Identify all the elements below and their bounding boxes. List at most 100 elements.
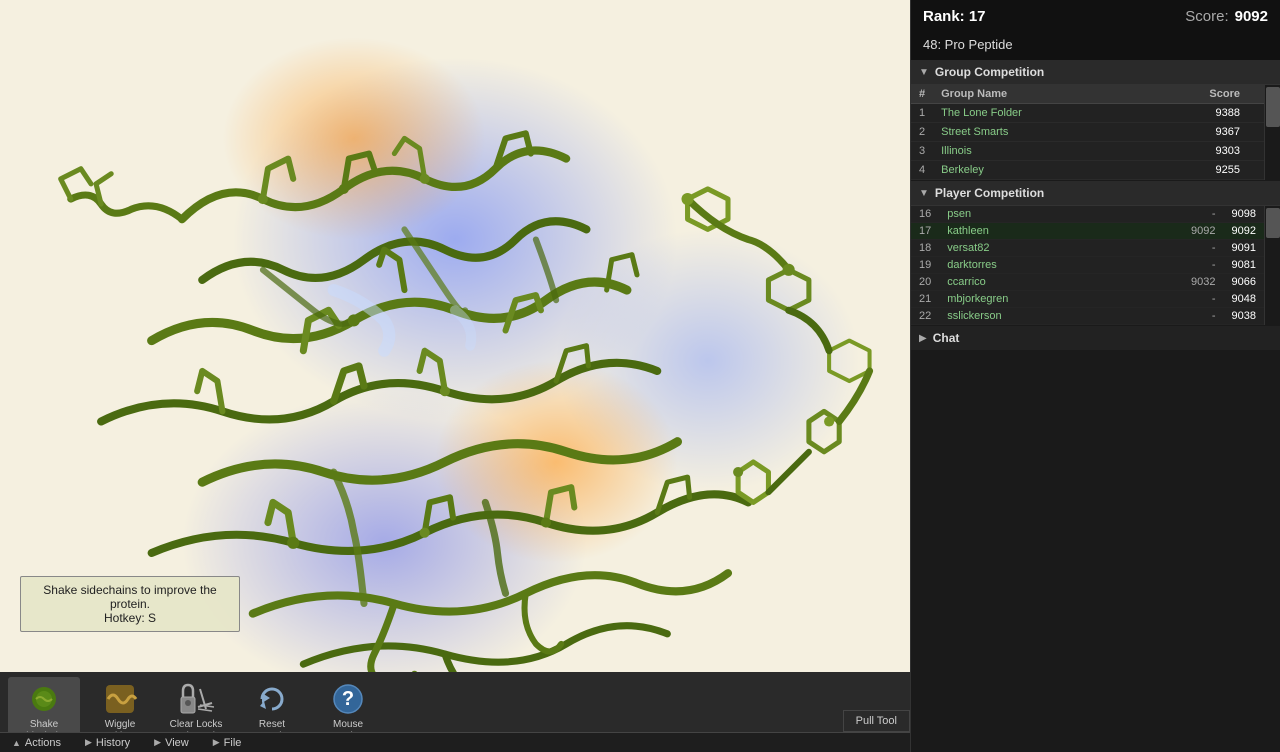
player-competition-title: Player Competition [935, 186, 1044, 200]
reset-puzzle-icon [254, 681, 290, 717]
svg-text:?: ? [342, 688, 354, 710]
player-competition-section: ▼ Player Competition 16 psen - 9098 17 k… [911, 181, 1280, 325]
rank-text: Rank: 17 [923, 8, 986, 25]
player-rank-cell: 19 [911, 257, 939, 274]
view-menu[interactable]: ▶ View [142, 733, 201, 752]
score-label-text: Score: [1185, 8, 1228, 25]
group-competition-row: 2 Street Smarts 9367 [911, 123, 1280, 142]
group-competition-row: 3 Illinois 9303 [911, 142, 1280, 161]
actions-arrow: ▲ [12, 738, 21, 748]
menubar: ▲ Actions ▶ History ▶ View ▶ File [0, 732, 910, 752]
shake-sidechains-icon [26, 681, 62, 717]
wiggle-backbone-icon [102, 681, 138, 717]
player-rank-cell: 17 [911, 223, 939, 240]
group-scrollbar[interactable] [1264, 85, 1280, 180]
group-rank-cell: 1 [911, 104, 933, 123]
player-prev-score-cell: - [1174, 240, 1224, 257]
group-competition-table: # Group Name Score 1 The Lone Folder 938… [911, 85, 1280, 180]
player-competition-row: 18 versat82 - 9091 [911, 240, 1280, 257]
chat-section[interactable]: ▶ Chat [911, 326, 1280, 350]
player-competition-table: 16 psen - 9098 17 kathleen 9092 9092 18 … [911, 206, 1280, 325]
player-scrollbar-thumb [1266, 208, 1280, 238]
player-competition-rows: 16 psen - 9098 17 kathleen 9092 9092 18 … [911, 206, 1280, 325]
player-name-cell: kathleen [939, 223, 1173, 240]
group-name-cell: The Lone Folder [933, 104, 1201, 123]
group-score-cell: 9303 [1201, 142, 1264, 161]
player-name-cell: versat82 [939, 240, 1173, 257]
view-arrow: ▶ [154, 737, 161, 748]
player-prev-score-cell: - [1174, 291, 1224, 308]
actions-menu[interactable]: ▲ Actions [0, 733, 73, 752]
file-arrow: ▶ [213, 737, 220, 748]
player-competition-header[interactable]: ▼ Player Competition [911, 181, 1280, 206]
player-prev-score-cell: 9032 [1174, 274, 1224, 291]
group-name-cell: Illinois [933, 142, 1201, 161]
group-competition-section: ▼ Group Competition # Group Name Score [911, 60, 1280, 180]
group-competition-row: 1 The Lone Folder 9388 [911, 104, 1280, 123]
protein-canvas [0, 0, 910, 752]
score-header: Rank: 17 Score: 9092 [911, 0, 1280, 33]
player-competition-row: 19 darktorres - 9081 [911, 257, 1280, 274]
player-name-cell: darktorres [939, 257, 1173, 274]
group-competition-title: Group Competition [935, 65, 1044, 79]
player-scrollbar[interactable] [1264, 206, 1280, 325]
group-competition-header[interactable]: ▼ Group Competition [911, 60, 1280, 85]
player-rank-cell: 21 [911, 291, 939, 308]
clear-locks-icon [178, 681, 214, 717]
actions-label: Actions [25, 737, 61, 749]
player-competition-row: 21 mbjorkegren - 9048 [911, 291, 1280, 308]
glow-center-orange [435, 361, 678, 563]
group-name-cell: Street Smarts [933, 123, 1201, 142]
player-prev-score-cell: - [1174, 206, 1224, 223]
pull-tool-label: Pull Tool [856, 715, 897, 727]
player-rank-cell: 16 [911, 206, 939, 223]
group-name-header: Group Name [933, 85, 1201, 104]
toolbar: ShakeSidechains WiggleBackbone [0, 672, 910, 752]
player-competition-arrow: ▼ [919, 188, 929, 199]
group-name-cell: Berkeley [933, 161, 1201, 180]
file-menu[interactable]: ▶ File [201, 733, 254, 752]
mouse-help-icon: ? [330, 681, 366, 717]
history-menu[interactable]: ▶ History [73, 733, 142, 752]
group-rank-cell: 3 [911, 142, 933, 161]
group-score-header: Score [1201, 85, 1264, 104]
history-label: History [96, 737, 130, 749]
player-competition-row: 16 psen - 9098 [911, 206, 1280, 223]
player-rank-cell: 22 [911, 308, 939, 325]
pull-tool-button[interactable]: Pull Tool [843, 710, 910, 732]
tooltip: Shake sidechains to improve the protein.… [20, 576, 240, 632]
group-competition-row: 4 Berkeley 9255 [911, 161, 1280, 180]
score-value-text: 9092 [1235, 8, 1268, 25]
group-rank-cell: 2 [911, 123, 933, 142]
group-scrollbar-thumb [1266, 87, 1280, 127]
file-label: File [224, 737, 242, 749]
group-score-cell: 9388 [1201, 104, 1264, 123]
tooltip-line1: Shake sidechains to improve the protein. [31, 583, 229, 611]
history-arrow: ▶ [85, 737, 92, 748]
player-name-cell: psen [939, 206, 1173, 223]
group-score-cell: 9367 [1201, 123, 1264, 142]
group-competition-rows: 1 The Lone Folder 9388 2 Street Smarts 9… [911, 104, 1280, 180]
view-label: View [165, 737, 189, 749]
sidebar: Rank: 17 Score: 9092 48: Pro Peptide ▼ G… [910, 0, 1280, 752]
glow-orange [222, 37, 485, 239]
protein-viewport[interactable]: Shake sidechains to improve the protein.… [0, 0, 910, 752]
chat-arrow: ▶ [919, 333, 927, 344]
puzzle-name: 48: Pro Peptide [911, 33, 1280, 60]
group-rank-header: # [911, 85, 933, 104]
player-competition-row: 20 ccarrico 9032 9066 [911, 274, 1280, 291]
player-name-cell: mbjorkegren [939, 291, 1173, 308]
player-competition-row: 22 sslickerson - 9038 [911, 308, 1280, 325]
player-prev-score-cell: 9092 [1174, 223, 1224, 240]
player-prev-score-cell: - [1174, 257, 1224, 274]
player-competition-row: 17 kathleen 9092 9092 [911, 223, 1280, 240]
player-prev-score-cell: - [1174, 308, 1224, 325]
player-rank-cell: 18 [911, 240, 939, 257]
player-name-cell: sslickerson [939, 308, 1173, 325]
player-name-cell: ccarrico [939, 274, 1173, 291]
group-score-cell: 9255 [1201, 161, 1264, 180]
group-rank-cell: 4 [911, 161, 933, 180]
player-rank-cell: 20 [911, 274, 939, 291]
tooltip-line2: Hotkey: S [31, 611, 229, 625]
chat-title: Chat [933, 331, 960, 345]
